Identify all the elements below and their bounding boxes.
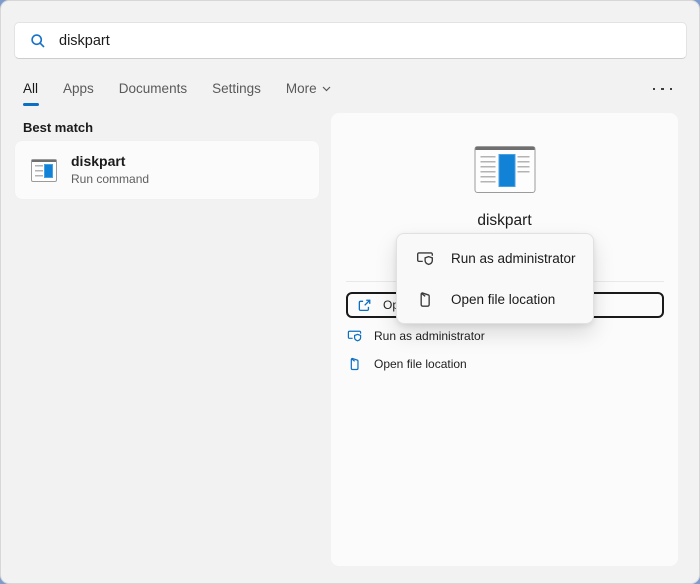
best-match-result[interactable]: diskpart Run command — [15, 141, 319, 199]
tab-settings-label: Settings — [212, 81, 261, 96]
result-title: diskpart — [71, 153, 149, 170]
preview-panel: diskpart Open Run as administrator — [331, 113, 678, 566]
run-command-window-icon-large — [474, 146, 535, 193]
tab-documents[interactable]: Documents — [119, 81, 187, 106]
best-match-heading: Best match — [23, 120, 93, 135]
run-command-window-icon — [31, 159, 57, 182]
search-window: All Apps Documents Settings More Best ma… — [0, 0, 700, 584]
search-input[interactable] — [57, 32, 621, 50]
tab-all[interactable]: All — [23, 81, 38, 106]
context-menu: Run as administrator Open file location — [396, 233, 594, 324]
file-location-icon — [416, 290, 434, 308]
more-options-icon[interactable] — [653, 85, 673, 93]
tab-all-label: All — [23, 81, 38, 96]
search-bar[interactable] — [14, 22, 687, 59]
tab-documents-label: Documents — [119, 81, 187, 96]
action-run-as-administrator[interactable]: Run as administrator — [347, 328, 485, 343]
result-text: diskpart Run command — [71, 153, 149, 187]
context-menu-item-label: Run as administrator — [451, 251, 576, 266]
tab-apps[interactable]: Apps — [63, 81, 94, 106]
file-location-icon — [347, 356, 362, 371]
open-external-icon — [357, 298, 372, 313]
tab-apps-label: Apps — [63, 81, 94, 96]
search-filter-tabs: All Apps Documents Settings More — [23, 81, 331, 106]
window-shield-icon — [347, 328, 362, 343]
chevron-down-icon — [322, 86, 331, 92]
action-run-as-administrator-label: Run as administrator — [374, 329, 485, 343]
tab-more[interactable]: More — [286, 81, 331, 106]
context-menu-item-label: Open file location — [451, 292, 555, 307]
result-subtitle: Run command — [71, 172, 149, 187]
window-shield-icon — [416, 249, 434, 267]
tab-more-label: More — [286, 81, 317, 96]
search-icon — [30, 33, 46, 49]
tab-settings[interactable]: Settings — [212, 81, 261, 106]
context-menu-run-as-administrator[interactable]: Run as administrator — [402, 239, 588, 277]
context-menu-open-file-location[interactable]: Open file location — [402, 280, 588, 318]
action-open-file-location-label: Open file location — [374, 357, 467, 371]
action-open-file-location[interactable]: Open file location — [347, 356, 467, 371]
preview-title: diskpart — [331, 212, 678, 230]
